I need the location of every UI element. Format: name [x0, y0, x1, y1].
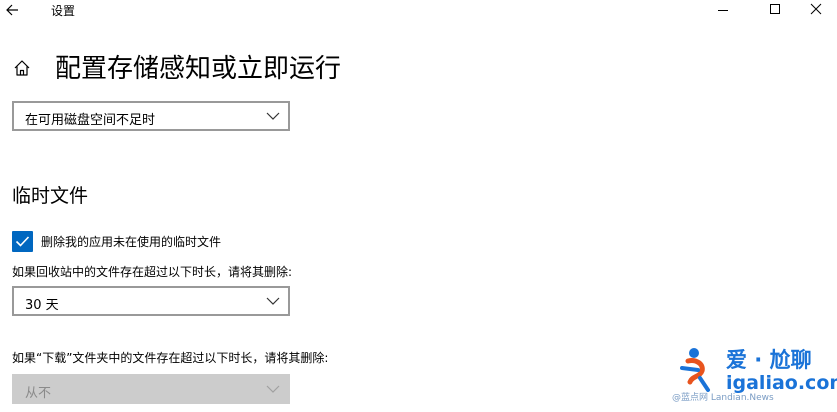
watermark-logo-icon [680, 348, 710, 392]
downloads-duration-dropdown[interactable]: 从不 [12, 374, 290, 404]
checkmark-icon [15, 236, 30, 247]
delete-temp-files-label: 删除我的应用未在使用的临时文件 [41, 235, 222, 249]
dropdown-selected-value: 在可用磁盘空间不足时 [25, 113, 156, 128]
minimize-button[interactable] [700, 0, 746, 22]
delete-temp-files-checkbox[interactable] [12, 231, 33, 252]
dropdown-selected-value: 30 天 [25, 298, 59, 313]
chevron-down-icon [266, 112, 280, 120]
page-title: 配置存储感知或立即运行 [55, 54, 342, 84]
app-title: 设置 [51, 4, 76, 18]
maximize-button[interactable] [750, 0, 796, 22]
recycle-bin-duration-label: 如果回收站中的文件存在超过以下时长，请将其删除: [12, 265, 293, 279]
home-icon[interactable] [12, 58, 32, 78]
chevron-down-icon [266, 385, 280, 393]
watermark: 爱 · 尬聊 igaliao.com @蓝点网 Landian.News [672, 342, 837, 406]
recycle-bin-duration-dropdown[interactable]: 30 天 [12, 286, 290, 316]
close-icon [810, 3, 822, 15]
close-button[interactable] [794, 0, 837, 22]
watermark-credit: @蓝点网 Landian.News [672, 393, 774, 403]
chevron-down-icon [266, 297, 280, 305]
run-storage-sense-dropdown[interactable]: 在可用磁盘空间不足时 [12, 101, 290, 131]
maximize-icon [770, 4, 780, 14]
dropdown-selected-value: 从不 [25, 386, 52, 401]
back-arrow-icon [6, 4, 18, 16]
minimize-icon [718, 10, 728, 11]
watermark-brand: 爱 · 尬聊 [726, 348, 812, 372]
title-bar: 设置 [0, 0, 837, 22]
downloads-duration-label: 如果“下载”文件夹中的文件存在超过以下时长，请将其删除: [12, 351, 329, 365]
back-button[interactable] [2, 0, 24, 20]
section-heading-temp-files: 临时文件 [12, 185, 89, 207]
